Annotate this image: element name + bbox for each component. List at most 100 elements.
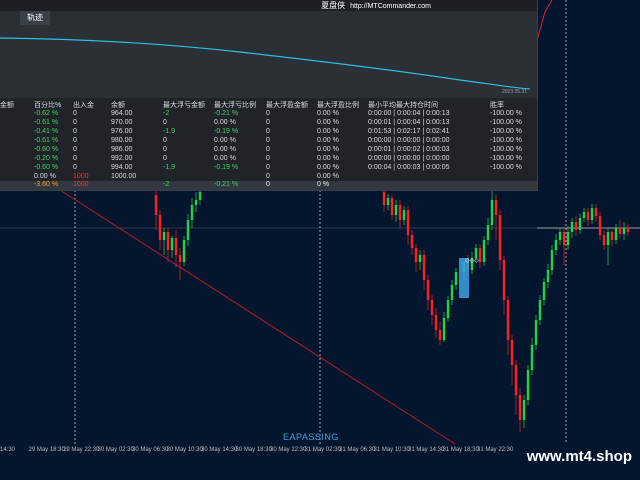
time-tick: 31 May 10:30: [373, 447, 410, 453]
cell-maxprofit: 0: [266, 173, 270, 180]
cell-balance: 994.00: [111, 164, 133, 171]
table-row: -0.60 % 0 994.00 -1.9 -0.19 % 0 0.00 % 0:00:04 …: [0, 164, 537, 173]
cell-maxloss-pct: -0.19 %: [214, 128, 239, 135]
vendor-label: 夏盘侠 http://MTCommander.com: [321, 0, 431, 11]
cell-maxprofit: 0: [266, 119, 270, 126]
time-tick: 30 May 22:30: [270, 447, 307, 453]
cell-maxloss: 0: [163, 146, 167, 153]
tab-trajectory[interactable]: 轨迹: [20, 11, 50, 25]
candle-body: [598, 216, 602, 235]
candle-body: [182, 240, 186, 262]
candle-body: [162, 232, 166, 240]
candle-body: [530, 345, 534, 370]
candle-body: [510, 340, 514, 365]
cell-maxprofit-pct: 0.00 %: [317, 146, 339, 153]
cell-holdtime: 0:00:01 | 0:00:02 | 0:00:03: [368, 146, 450, 153]
candle-body: [446, 300, 450, 318]
cell-maxprofit-pct: 0.00 %: [317, 128, 339, 135]
cell-maxprofit: 0: [266, 110, 270, 117]
candle-body: [194, 200, 198, 205]
time-tick: 31 May 02:30: [304, 447, 341, 453]
candle-body: [190, 205, 194, 220]
cell-balance: 976.00: [111, 128, 133, 135]
candle-body: [170, 238, 174, 250]
cell-maxloss: -1.9: [163, 128, 176, 135]
candle-body: [174, 238, 178, 255]
table-row: -0.41 % 0 976.00 -1.9 -0.19 % 0 0.00 % 0:01:53 …: [0, 128, 537, 137]
candle-body: [158, 215, 162, 240]
candle-body: [526, 370, 530, 400]
candle-body: [450, 285, 454, 300]
candle-body: [490, 200, 494, 225]
candle-body: [494, 200, 498, 215]
candle-body: [542, 282, 546, 300]
header-maxprofit: 最大浮盈金额: [266, 102, 308, 109]
table-row: -0.61 % 0 970.00 0 0.00 % 0 0.00 % 0:00:01 | 0:…: [0, 119, 537, 128]
cell-maxprofit-pct: 0.00 %: [317, 119, 339, 126]
time-tick: 29 May 18:30: [28, 447, 65, 453]
candle-body: [414, 248, 418, 262]
candle-body: [562, 232, 566, 245]
time-tick: 30 May 06:30: [132, 447, 169, 453]
candle-body: [586, 212, 590, 220]
panel-tabbar: 轨迹: [0, 11, 537, 25]
time-tick: 29 May 22:30: [63, 447, 100, 453]
candle-body: [438, 330, 442, 340]
trade-marker[interactable]: [459, 258, 469, 298]
candle-body: [186, 220, 190, 240]
candle-body: [386, 198, 390, 205]
equity-curve-area: [0, 25, 537, 98]
total-inout: 1000: [73, 181, 89, 188]
total-maxprofit: 0: [266, 181, 270, 188]
vendor-url[interactable]: http://MTCommander.com: [350, 3, 431, 10]
cell-maxprofit-pct: 0.00 %: [317, 110, 339, 117]
candle-body: [582, 212, 586, 218]
cell-winrate: -100.00 %: [490, 155, 522, 162]
candle-body: [554, 240, 558, 250]
time-tick: 30 May 10:30: [166, 447, 203, 453]
header-percent: 百分比%: [34, 102, 62, 109]
cell-maxprofit: 0: [266, 137, 270, 144]
header-winrate: 胜率: [490, 102, 504, 109]
table-row: -0.20 % 0 992.00 0 0.00 % 0 0.00 % 0:00:00 | 0:…: [0, 155, 537, 164]
candle-body: [166, 232, 170, 250]
upper-red-curve: [536, 0, 553, 41]
cell-balance: 980.00: [111, 137, 133, 144]
cell-maxprofit-pct: 0.00 %: [317, 155, 339, 162]
candle-body: [198, 192, 202, 200]
candle-body: [518, 395, 522, 420]
cell-maxloss: 0: [163, 137, 167, 144]
cell-inout: 0: [73, 146, 77, 153]
candle-body: [178, 255, 182, 262]
cell-maxprofit: 0: [266, 155, 270, 162]
cell-holdtime: 0:01:53 | 0:02:17 | 0:02:41: [368, 128, 450, 135]
cell-inout: 0: [73, 155, 77, 162]
cell-balance: 964.00: [111, 110, 133, 117]
header-maxloss-pct: 最大浮亏比例: [214, 102, 256, 109]
panel-titlebar: [0, 0, 537, 11]
trade-marker-label: ◇◇◇: [465, 257, 479, 264]
time-tick: 30 May 14:30: [201, 447, 238, 453]
time-tick: 31 May 22:30: [477, 447, 514, 453]
cell-pct: -0.20 %: [34, 155, 59, 162]
cell-inout: 1000: [73, 173, 89, 180]
cell-maxprofit: 0: [266, 146, 270, 153]
cell-pct: -0.62 %: [34, 110, 59, 117]
cell-inout: 0: [73, 119, 77, 126]
cell-maxloss: -2: [163, 110, 170, 117]
cell-inout: 0: [73, 164, 77, 171]
ea-label: EAPASSING: [283, 432, 339, 442]
cell-pct: -0.60 %: [34, 146, 59, 153]
cell-maxprofit-pct: 0.00 %: [317, 164, 339, 171]
cell-maxloss-pct: 0.00 %: [214, 155, 236, 162]
cell-inout: 0: [73, 128, 77, 135]
candle-body: [538, 300, 542, 320]
cell-maxprofit: 0: [266, 164, 270, 171]
cell-winrate: -100.00 %: [490, 110, 522, 117]
cell-pct: -0.61 %: [34, 137, 59, 144]
candle-body: [522, 400, 526, 420]
candle-body: [394, 205, 398, 215]
cell-winrate: -100.00 %: [490, 128, 522, 135]
total-maxprofit-pct: 0 %: [317, 181, 330, 188]
cell-balance: 1000.00: [111, 173, 137, 180]
